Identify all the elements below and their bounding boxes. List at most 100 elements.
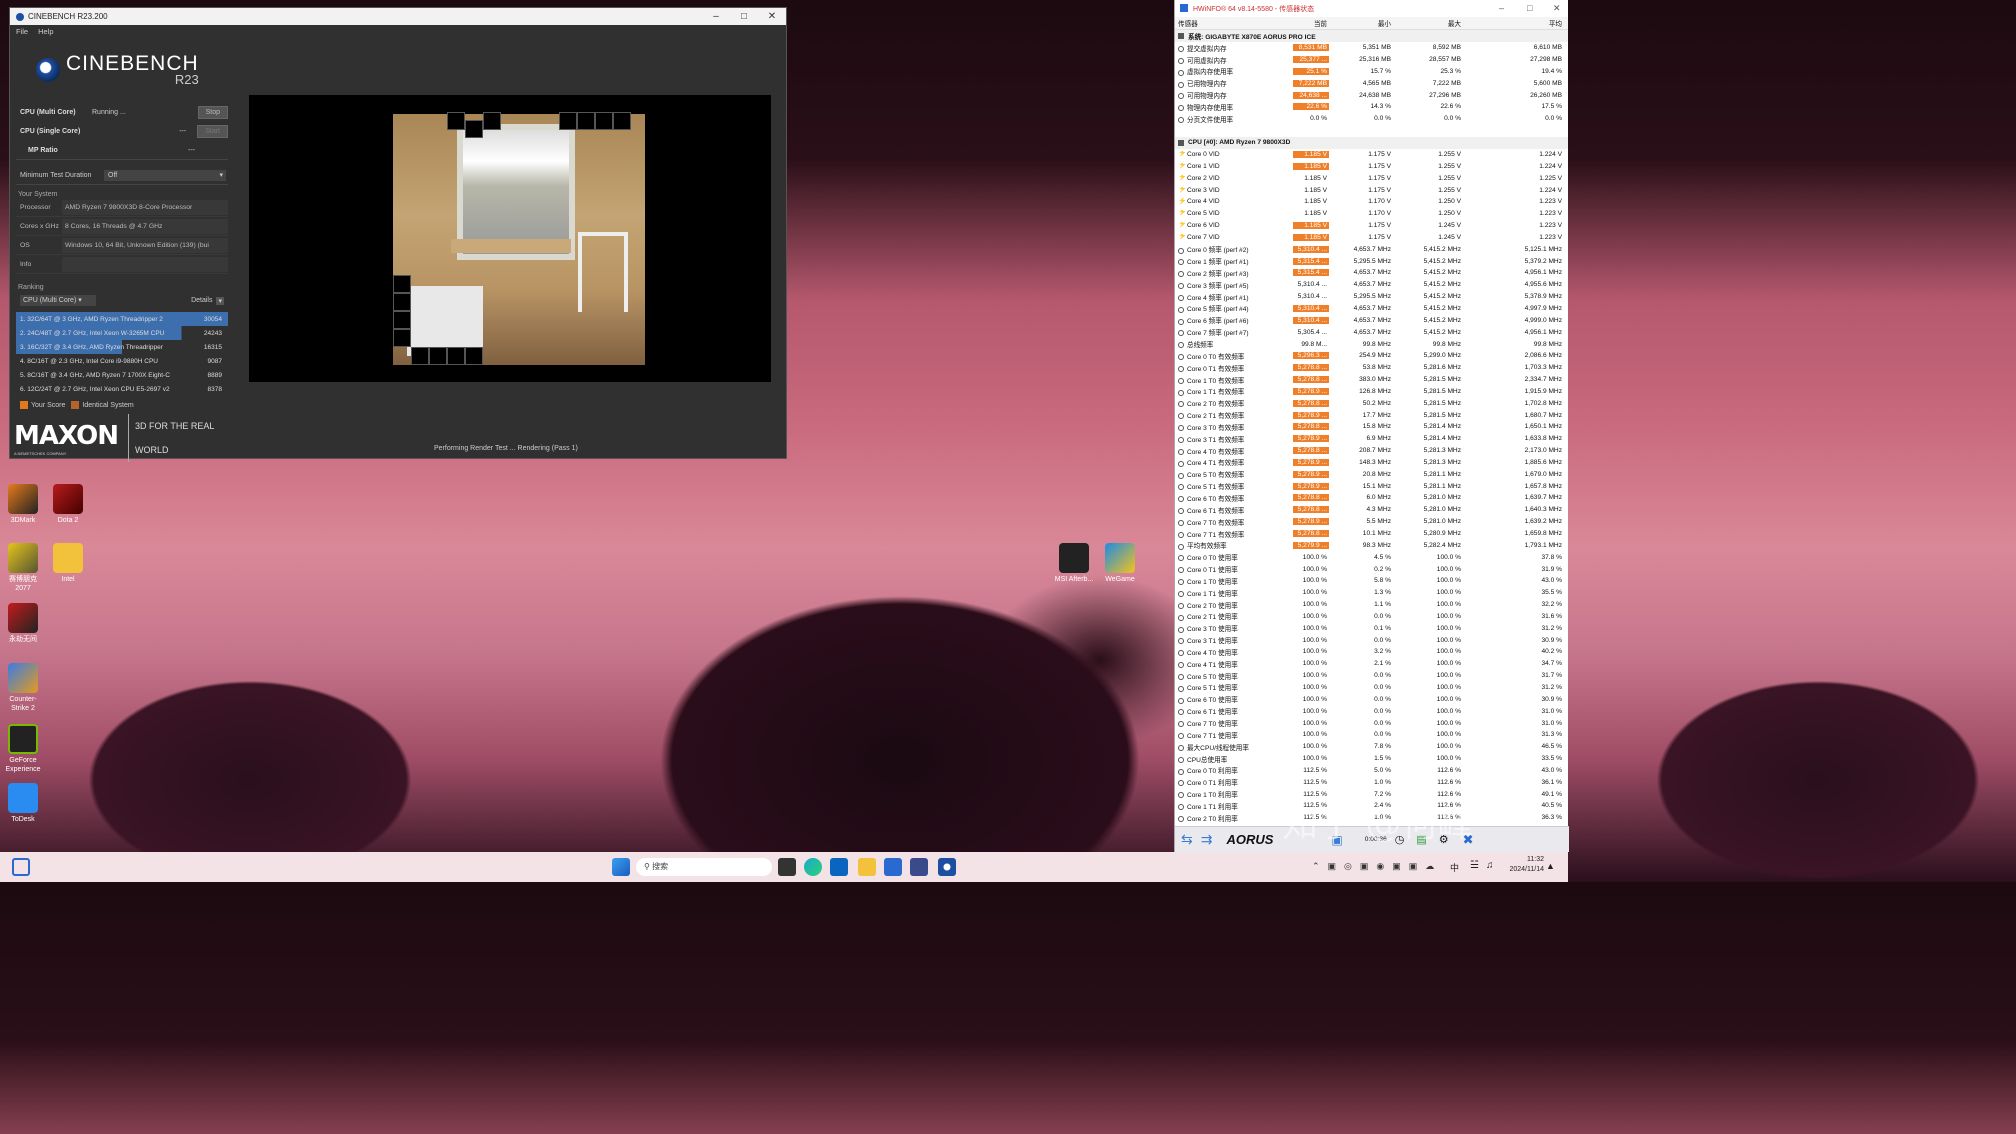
cinebench-taskbar-icon[interactable] bbox=[938, 858, 956, 876]
hwinfo-taskbar-icon[interactable] bbox=[910, 858, 928, 876]
sensor-row[interactable]: Core 7 频率 (perf #7) 5,305.4 ... 4,653.7 MH… bbox=[1175, 326, 1568, 338]
sensor-row[interactable]: 虚拟内存使用率 25.1 % 15.7 % 25.3 % 19.4 % bbox=[1175, 66, 1568, 78]
task-view-icon[interactable] bbox=[778, 858, 796, 876]
sensor-row[interactable]: Core 0 频率 (perf #2) 5,310.4 ... 4,653.7 MH… bbox=[1175, 243, 1568, 255]
desktop-icon-3dmark[interactable]: 3DMark bbox=[1, 484, 45, 525]
sensor-row[interactable]: Core 4 频率 (perf #1) 5,310.4 ... 5,295.5 MH… bbox=[1175, 291, 1568, 303]
minimize-button[interactable]: – bbox=[702, 11, 730, 22]
desktop-icon-msi-afterburner[interactable]: MSI Afterb... bbox=[1052, 543, 1096, 584]
ranking-select[interactable]: CPU (Multi Core) ▾ bbox=[20, 295, 96, 306]
sensor-row[interactable]: Core 5 T1 使用率 100.0 % 0.0 % 100.0 % 31.2 % bbox=[1175, 682, 1568, 694]
search-box[interactable]: ⚲ 搜索 bbox=[636, 858, 772, 876]
sensor-row[interactable]: Core 5 T0 使用率 100.0 % 0.0 % 100.0 % 31.7 % bbox=[1175, 670, 1568, 682]
ranking-item[interactable]: 4. 8C/16T @ 2.3 GHz, Intel Core i9-9880H… bbox=[16, 354, 228, 368]
sensor-row[interactable]: Core 3 T0 有效频率 5,278.8 ... 15.8 MHz 5,281.4… bbox=[1175, 421, 1568, 433]
ranking-list[interactable]: 1. 32C/64T @ 3 GHz, AMD Ryzen Threadripp… bbox=[16, 312, 228, 396]
sensor-row[interactable]: ⚡Core 5 VID 1.185 V 1.170 V 1.250 V 1.223 V bbox=[1175, 208, 1568, 220]
nav-right-icon[interactable]: ⇉ bbox=[1201, 831, 1213, 848]
sensor-row[interactable]: Core 6 T0 使用率 100.0 % 0.0 % 100.0 % 30.9 % bbox=[1175, 693, 1568, 705]
sensor-row[interactable]: Core 4 T1 使用率 100.0 % 2.1 % 100.0 % 34.7 % bbox=[1175, 658, 1568, 670]
sensor-group[interactable]: 系统: GIGABYTE X870E AORUS PRO ICE bbox=[1175, 30, 1568, 42]
sensor-row[interactable]: Core 4 T1 有效频率 5,278.9 ... 148.3 MHz 5,281.… bbox=[1175, 457, 1568, 469]
desktop-icon-dota2[interactable]: Dota 2 bbox=[46, 484, 90, 525]
sensor-row[interactable]: ⚡Core 6 VID 1.185 V 1.175 V 1.245 V 1.223 V bbox=[1175, 220, 1568, 232]
sensor-row[interactable]: Core 4 T0 有效频率 5,278.8 ... 208.7 MHz 5,281.… bbox=[1175, 445, 1568, 457]
nav-left-icon[interactable]: ⇆ bbox=[1181, 831, 1193, 848]
details-button[interactable]: Details bbox=[191, 297, 212, 304]
cinebench-titlebar[interactable]: CINEBENCH R23.200 – □ ✕ bbox=[10, 8, 786, 25]
sensor-row[interactable]: Core 6 T0 有效频率 5,278.8 ... 6.0 MHz 5,281.0 … bbox=[1175, 492, 1568, 504]
sensor-row[interactable]: CPU总使用率 100.0 % 1.5 % 100.0 % 33.5 % bbox=[1175, 753, 1568, 765]
file-explorer-icon[interactable] bbox=[858, 858, 876, 876]
sensor-row[interactable]: Core 1 T1 使用率 100.0 % 1.3 % 100.0 % 35.5 % bbox=[1175, 587, 1568, 599]
sensor-row[interactable]: 最大CPU/线程使用率 100.0 % 7.8 % 100.0 % 46.5 % bbox=[1175, 741, 1568, 753]
sensor-row[interactable]: ⚡Core 2 VID 1.185 V 1.175 V 1.255 V 1.225 V bbox=[1175, 172, 1568, 184]
sensor-row[interactable]: 平均有效频率 5,279.9 ... 98.3 MHz 5,282.4 MHz 1,79… bbox=[1175, 539, 1568, 551]
sensor-row[interactable]: Core 6 频率 (perf #6) 5,310.4 ... 4,653.7 MH… bbox=[1175, 314, 1568, 326]
sensor-row[interactable]: Core 1 T1 有效频率 5,278.9 ... 126.8 MHz 5,281.… bbox=[1175, 385, 1568, 397]
sensor-row[interactable]: Core 0 T1 有效频率 5,278.8 ... 53.8 MHz 5,281.6… bbox=[1175, 362, 1568, 374]
sensor-row[interactable]: 可用物理内存 24,638 ... 24,638 MB 27,296 MB 26,260… bbox=[1175, 89, 1568, 101]
col-avg[interactable]: 平均 bbox=[1461, 18, 1565, 28]
sensor-row[interactable]: Core 2 T1 有效频率 5,278.9 ... 17.7 MHz 5,281.5… bbox=[1175, 409, 1568, 421]
collapse-icon[interactable] bbox=[1178, 139, 1184, 146]
desktop-icon-cs2[interactable]: Counter-Strike 2 bbox=[1, 663, 45, 713]
col-sensor[interactable]: 传感器 bbox=[1175, 18, 1293, 28]
desktop-icon-cyberpunk[interactable]: 赛博朋克 2077 bbox=[1, 543, 45, 593]
edge-icon[interactable] bbox=[804, 858, 822, 876]
sensor-row[interactable]: 分页文件使用率 0.0 % 0.0 % 0.0 % 0.0 % bbox=[1175, 113, 1568, 125]
sensor-row[interactable]: Core 2 频率 (perf #3) 5,315.4 ... 4,653.7 MH… bbox=[1175, 267, 1568, 279]
cinebench-window[interactable]: CINEBENCH R23.200 – □ ✕ File Help CINEBE… bbox=[9, 7, 787, 462]
desktop-icon-wegame[interactable]: WeGame bbox=[1098, 543, 1142, 584]
sensor-row[interactable]: 已用物理内存 7,222 MB 4,565 MB 7,222 MB 5,600 MB bbox=[1175, 77, 1568, 89]
sensor-row[interactable]: Core 5 T0 有效频率 5,278.9 ... 20.8 MHz 5,281.1… bbox=[1175, 468, 1568, 480]
sensor-row[interactable]: Core 0 T0 有效频率 5,296.3 ... 254.9 MHz 5,299.… bbox=[1175, 350, 1568, 362]
sensor-row[interactable]: Core 0 T0 利用率 112.5 % 5.0 % 112.6 % 43.0 % bbox=[1175, 764, 1568, 776]
sensor-row[interactable]: Core 6 T1 有效频率 5,278.8 ... 4.3 MHz 5,281.0 … bbox=[1175, 504, 1568, 516]
sensor-row[interactable]: Core 0 T1 利用率 112.5 % 1.0 % 112.6 % 36.1 % bbox=[1175, 776, 1568, 788]
wifi-icon[interactable]: ☱ bbox=[1470, 860, 1479, 871]
sensor-row[interactable]: Core 5 T1 有效频率 5,278.9 ... 15.1 MHz 5,281.1… bbox=[1175, 480, 1568, 492]
sensor-row[interactable]: Core 7 T0 有效频率 5,278.9 ... 5.5 MHz 5,281.0 … bbox=[1175, 516, 1568, 528]
sensor-row[interactable]: Core 4 T0 使用率 100.0 % 3.2 % 100.0 % 40.2 % bbox=[1175, 646, 1568, 658]
sensor-row[interactable]: 总线频率 99.8 M... 99.8 MHz 99.8 MHz 99.8 MHz bbox=[1175, 338, 1568, 350]
hwinfo-titlebar[interactable]: HWiNFO® 64 v8.14-5580 - 传感器状态 – □ ✕ bbox=[1175, 0, 1568, 17]
sensor-row[interactable]: Core 2 T0 使用率 100.0 % 1.1 % 100.0 % 32.2 % bbox=[1175, 599, 1568, 611]
sensor-row[interactable]: Core 5 频率 (perf #4) 5,310.4 ... 4,653.7 MH… bbox=[1175, 303, 1568, 315]
notification-icon[interactable]: ▲ bbox=[1546, 861, 1555, 871]
widgets-icon[interactable] bbox=[12, 858, 30, 876]
close-button[interactable]: ✕ bbox=[758, 11, 786, 22]
col-max[interactable]: 最大 bbox=[1391, 18, 1461, 28]
sensor-row[interactable]: Core 2 T0 有效频率 5,278.8 ... 50.2 MHz 5,281.5… bbox=[1175, 397, 1568, 409]
sensor-row[interactable]: 物理内存使用率 22.6 % 14.3 % 22.6 % 17.5 % bbox=[1175, 101, 1568, 113]
desktop-icon-intel[interactable]: Intel bbox=[46, 543, 90, 584]
sensor-row[interactable]: Core 6 T1 使用率 100.0 % 0.0 % 100.0 % 31.0 % bbox=[1175, 705, 1568, 717]
minimize-button[interactable]: – bbox=[1499, 3, 1504, 13]
sensor-row[interactable]: Core 3 T1 有效频率 5,278.9 ... 6.9 MHz 5,281.4 … bbox=[1175, 433, 1568, 445]
start-button[interactable]: Start bbox=[197, 125, 228, 138]
sensor-row[interactable]: 可用虚拟内存 25,377 ... 25,316 MB 28,557 MB 27,298… bbox=[1175, 54, 1568, 66]
ranking-item[interactable]: 1. 32C/64T @ 3 GHz, AMD Ryzen Threadripp… bbox=[16, 312, 228, 326]
hwinfo-window[interactable]: HWiNFO® 64 v8.14-5580 - 传感器状态 – □ ✕ 传感器 … bbox=[1174, 0, 1569, 852]
sensor-row[interactable]: Core 3 频率 (perf #5) 5,310.4 ... 4,653.7 MH… bbox=[1175, 279, 1568, 291]
desktop-icon-geforce[interactable]: GeForce Experience bbox=[1, 724, 45, 774]
sensor-row[interactable]: Core 7 T1 使用率 100.0 % 0.0 % 100.0 % 31.3 % bbox=[1175, 729, 1568, 741]
collapse-icon[interactable] bbox=[1178, 32, 1184, 39]
sensor-row[interactable]: ⚡Core 7 VID 1.185 V 1.175 V 1.245 V 1.223 V bbox=[1175, 232, 1568, 244]
menu-file[interactable]: File bbox=[16, 27, 28, 36]
col-current[interactable]: 当前 bbox=[1293, 18, 1329, 28]
sensor-row[interactable]: ⚡Core 3 VID 1.185 V 1.175 V 1.255 V 1.224 V bbox=[1175, 184, 1568, 196]
duration-select[interactable]: Off ▾ bbox=[104, 169, 226, 181]
desktop-icon-todesk[interactable]: ToDesk bbox=[1, 783, 45, 824]
start-icon[interactable] bbox=[612, 858, 630, 876]
sensor-row[interactable]: 提交虚拟内存 8,531 MB 5,351 MB 8,592 MB 6,610 MB bbox=[1175, 42, 1568, 54]
col-min[interactable]: 最小 bbox=[1329, 18, 1391, 28]
sensor-row[interactable]: Core 0 T1 使用率 100.0 % 0.2 % 100.0 % 31.9 % bbox=[1175, 563, 1568, 575]
info-field[interactable] bbox=[62, 256, 228, 272]
sensor-row[interactable]: Core 7 T0 使用率 100.0 % 0.0 % 100.0 % 31.0 % bbox=[1175, 717, 1568, 729]
ranking-item[interactable]: 2. 24C/48T @ 2.7 GHz, Intel Xeon W-3265M… bbox=[16, 326, 228, 340]
sensor-row[interactable]: ⚡Core 1 VID 1.185 V 1.175 V 1.255 V 1.224 V bbox=[1175, 160, 1568, 172]
volume-icon[interactable]: ♫ bbox=[1486, 860, 1494, 871]
ranking-item[interactable]: 5. 8C/16T @ 3.4 GHz, AMD Ryzen 7 1700X E… bbox=[16, 368, 228, 382]
sensor-group[interactable]: CPU [#0]: AMD Ryzen 7 9800X3D bbox=[1175, 136, 1568, 149]
